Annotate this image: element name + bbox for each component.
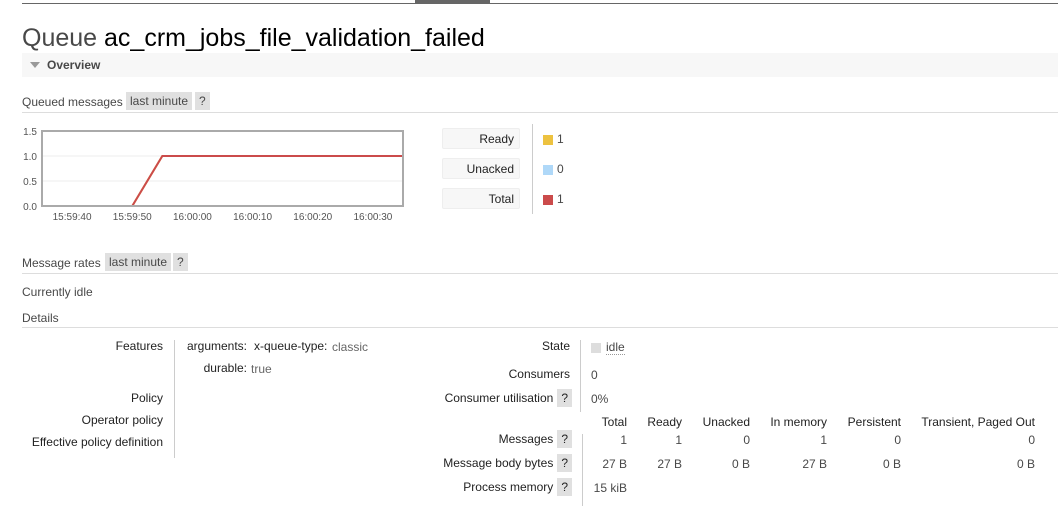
table-cell: 27 B [657,457,682,471]
page-title: Queue ac_crm_jobs_file_validation_failed [22,24,485,53]
table-cell: 0 [1028,433,1035,447]
arguments-label: arguments: [186,339,247,353]
queue-name: ac_crm_jobs_file_validation_failed [104,24,485,52]
table-row-label: Messages? [400,430,572,448]
details-label: Details [22,311,59,325]
legend-value-unacked: 0 [557,162,564,176]
table-cell: 27 B [602,457,627,471]
table-cell: 1 [675,433,682,447]
row-label-text: Message body bytes [443,456,554,470]
column-header: In memory [770,415,827,429]
x-tick-label: 16:00:00 [173,212,212,223]
table-cell: 27 B [802,457,827,471]
state-label: State [541,339,570,353]
table-cell: 0 B [1016,457,1035,471]
legend-swatch-ready [543,135,553,145]
queued-messages-header: Queued messages last minute ? [22,92,1058,113]
y-tick-label: 0.0 [23,202,37,213]
active-tab-indicator [415,0,490,4]
page-title-kind: Queue [22,24,98,52]
currently-idle-text: Currently idle [22,285,93,299]
state-idle-swatch [591,343,601,353]
rates-help-button[interactable]: ? [173,253,188,271]
x-tick-label: 15:59:50 [113,212,152,223]
chart-frame [41,130,404,207]
table-divider [582,434,583,506]
queued-messages-chart: 0.0 0.5 1.0 1.5 15:59:40 15:59:50 16:00:00 16:… [23,127,404,223]
table-row-label: Message body bytes? [400,454,572,472]
legend-toggle-ready[interactable]: Ready [442,128,520,149]
legend-swatch-total [543,195,553,205]
consumers-value: 0 [591,368,598,382]
details-left-divider [174,340,175,458]
help-button[interactable]: ? [557,454,572,472]
column-header: Total [601,415,627,429]
legend-swatch-unacked [543,165,553,175]
consumer-utilisation-label: Consumer utilisation [444,391,554,405]
x-tick-label: 16:00:20 [293,212,332,223]
table-cell: 0 [894,433,901,447]
durable-label: durable: [203,361,247,375]
features-label: Features [115,339,163,353]
table-cell: 1 [620,433,627,447]
collapse-triangle-icon [30,62,40,68]
consumer-utilisation-value: 0% [591,392,609,406]
effective-policy-label: Effective policy definition [31,435,163,449]
range-selector[interactable]: last minute [126,92,193,110]
x-tick-label: 15:59:40 [53,212,92,223]
y-tick-label: 1.0 [23,152,37,163]
queue-type-value: classic [332,340,369,354]
consumers-label: Consumers [508,367,570,381]
row-label-text: Process memory [463,480,554,494]
legend-value-total: 1 [557,192,564,206]
x-tick-label: 16:00:10 [233,212,272,223]
help-button[interactable]: ? [557,478,572,496]
column-header: Unacked [702,415,750,429]
table-cell: 0 B [882,457,901,471]
queued-messages-label: Queued messages [22,95,123,109]
details-right-divider [580,340,581,412]
message-rates-header: Message rates last minute ? [22,253,1058,274]
durable-value: true [251,362,272,376]
rates-range-selector[interactable]: last minute [105,253,172,271]
message-rates-label: Message rates [22,256,101,270]
policy-label: Policy [130,391,163,405]
legend-value-ready: 1 [557,132,564,146]
table-cell: 15 kiB [593,481,627,495]
state-value: idle [606,340,625,355]
help-button[interactable]: ? [195,92,210,110]
consumer-utilisation-row: Consumer utilisation? [400,389,572,407]
table-row-label: Process memory? [400,478,572,496]
table-cell: 1 [820,433,827,447]
legend-toggle-total[interactable]: Total [442,188,520,209]
consumer-utilisation-help[interactable]: ? [557,389,572,407]
queue-type-key: x-queue-type: [254,339,328,353]
column-header: Ready [647,415,682,429]
column-header: Persistent [847,415,901,429]
y-tick-label: 1.5 [23,127,37,138]
row-label-text: Messages [498,432,554,446]
column-header: Transient, Paged Out [921,415,1035,429]
legend-toggle-unacked[interactable]: Unacked [442,158,520,179]
legend-divider [532,124,533,214]
top-divider [22,3,1058,4]
operator-policy-label: Operator policy [81,413,163,427]
table-cell: 0 B [731,457,750,471]
x-tick-label: 16:00:30 [353,212,392,223]
details-header: Details [22,308,1058,328]
help-button[interactable]: ? [557,430,572,448]
table-cell: 0 [743,433,750,447]
overview-label: Overview [47,58,101,72]
overview-section-toggle[interactable]: Overview [22,53,1058,77]
y-tick-label: 0.5 [23,177,37,188]
